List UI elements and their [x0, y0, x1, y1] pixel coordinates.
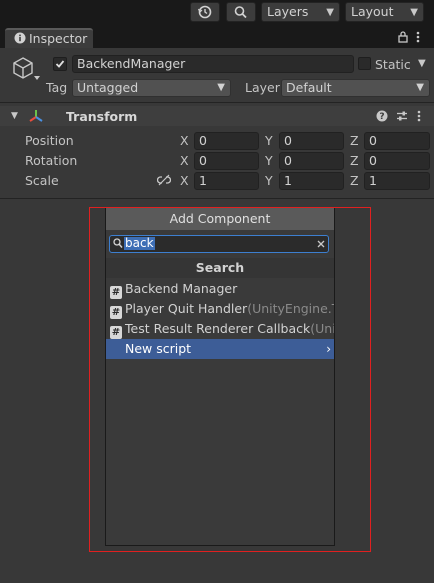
layers-dropdown[interactable]: Layers ▼: [261, 2, 340, 22]
svg-text:?: ?: [379, 112, 384, 122]
transform-icon: [28, 108, 44, 127]
rotation-y-field[interactable]: 0: [279, 152, 344, 170]
axis-z-label[interactable]: Z: [350, 133, 359, 148]
history-button[interactable]: [190, 2, 220, 22]
axis-x-label[interactable]: X: [180, 173, 189, 188]
layer-label: Layer: [245, 80, 280, 95]
axis-y-label[interactable]: Y: [265, 133, 273, 148]
highlight-box: [89, 207, 371, 552]
tag-dropdown[interactable]: Untagged ▼: [72, 79, 231, 97]
search-button[interactable]: [226, 2, 256, 22]
position-y-field[interactable]: 0: [279, 132, 344, 150]
history-icon: [197, 5, 212, 19]
checkbox-icon: [55, 60, 65, 68]
chevron-down-icon: ▼: [326, 7, 334, 18]
layout-dropdown[interactable]: Layout ▼: [345, 2, 424, 22]
rotation-label: Rotation: [25, 153, 78, 168]
axis-y-label[interactable]: Y: [265, 153, 273, 168]
axis-z-label[interactable]: Z: [350, 153, 359, 168]
rotation-x-field[interactable]: 0: [194, 152, 259, 170]
layer-dropdown[interactable]: Default ▼: [281, 79, 430, 97]
divider: [0, 198, 434, 199]
axis-z-label[interactable]: Z: [350, 173, 359, 188]
cube-icon: [11, 55, 41, 88]
lock-icon[interactable]: [397, 30, 409, 47]
scale-y-field[interactable]: 1: [279, 172, 344, 190]
divider: [0, 102, 434, 103]
tab-inspector-label: Inspector: [29, 31, 88, 46]
layout-label: Layout: [351, 4, 394, 19]
position-x-field[interactable]: 0: [194, 132, 259, 150]
info-icon: [14, 32, 26, 47]
foldout-icon[interactable]: ▼: [11, 111, 18, 121]
chevron-down-icon: ▼: [217, 82, 225, 93]
active-checkbox[interactable]: [53, 57, 67, 71]
help-icon[interactable]: ?: [376, 110, 388, 125]
search-icon: [234, 6, 247, 19]
chevron-down-icon: ▼: [410, 7, 418, 18]
layer-value: Default: [286, 80, 332, 95]
scale-z-field[interactable]: 1: [364, 172, 430, 190]
menu-icon[interactable]: [416, 31, 420, 46]
scale-x-field[interactable]: 1: [194, 172, 259, 190]
axis-y-label[interactable]: Y: [265, 173, 273, 188]
chevron-down-icon: ▼: [416, 82, 424, 93]
object-name-field[interactable]: BackendManager: [72, 55, 354, 73]
position-z-field[interactable]: 0: [364, 132, 430, 150]
static-label: Static: [375, 57, 411, 72]
layers-label: Layers: [267, 4, 309, 19]
axis-x-label[interactable]: X: [180, 133, 189, 148]
axis-x-label[interactable]: X: [180, 153, 189, 168]
constrain-link-icon[interactable]: [156, 174, 172, 189]
transform-title: Transform: [66, 109, 138, 124]
tag-value: Untagged: [77, 80, 139, 95]
static-checkbox[interactable]: [358, 57, 371, 70]
tag-label: Tag: [46, 80, 68, 95]
rotation-z-field[interactable]: 0: [364, 152, 430, 170]
kebab-icon[interactable]: [417, 110, 421, 125]
chevron-down-icon[interactable]: ▼: [418, 58, 426, 69]
preset-icon[interactable]: [396, 110, 408, 125]
position-label: Position: [25, 133, 74, 148]
scale-label: Scale: [25, 173, 59, 188]
